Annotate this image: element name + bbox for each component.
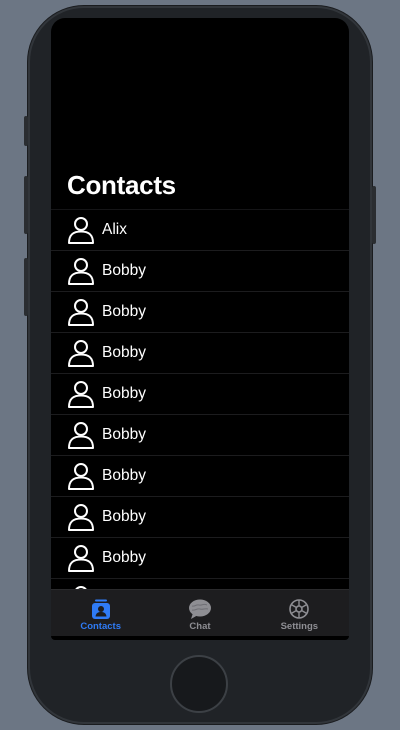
contact-name: Bobby [102,549,146,566]
person-icon [66,543,96,573]
contact-name: Bobby [102,426,146,443]
person-icon [66,297,96,327]
contacts-list[interactable]: Alix Bobby Bobby Bobby Bobby Bobby Bobby… [51,209,349,601]
tab-label: Contacts [80,621,121,632]
contacts-icon [89,598,113,620]
contact-name: Bobby [102,508,146,525]
contact-name: Bobby [102,344,146,361]
list-item[interactable]: Bobby [51,373,349,414]
list-item[interactable]: Alix [51,209,349,250]
contact-name: Alix [102,221,127,238]
tab-contacts[interactable]: Contacts [51,590,150,636]
list-item[interactable]: Bobby [51,414,349,455]
list-item[interactable]: Bobby [51,537,349,578]
person-icon [66,215,96,245]
power-button [372,186,376,244]
home-button[interactable] [170,655,228,713]
person-icon [66,256,96,286]
volume-up-button [24,176,28,234]
screen: Contacts Alix Bobby Bobby Bobby Bobby Bo… [51,18,349,640]
gear-icon [287,598,311,620]
person-icon [66,502,96,532]
list-item[interactable]: Bobby [51,332,349,373]
person-icon [66,379,96,409]
list-item[interactable]: Bobby [51,250,349,291]
volume-down-button [24,258,28,316]
phone-device: Contacts Alix Bobby Bobby Bobby Bobby Bo… [24,6,376,724]
tab-settings[interactable]: Settings [250,590,349,636]
contact-name: Bobby [102,385,146,402]
list-item[interactable]: Bobby [51,291,349,332]
contact-name: Bobby [102,467,146,484]
mute-switch [24,116,28,146]
chat-bubble-icon [188,598,212,620]
tab-chat[interactable]: Chat [150,590,249,636]
contact-name: Bobby [102,303,146,320]
tab-label: Chat [189,621,211,632]
contact-name: Bobby [102,262,146,279]
page-title: Contacts [67,170,176,200]
tab-label: Settings [280,621,319,632]
list-item[interactable]: Bobby [51,496,349,537]
tab-bar: Contacts Chat Settings [51,589,349,636]
list-item[interactable]: Bobby [51,455,349,496]
person-icon [66,420,96,450]
person-icon [66,338,96,368]
person-icon [66,461,96,491]
